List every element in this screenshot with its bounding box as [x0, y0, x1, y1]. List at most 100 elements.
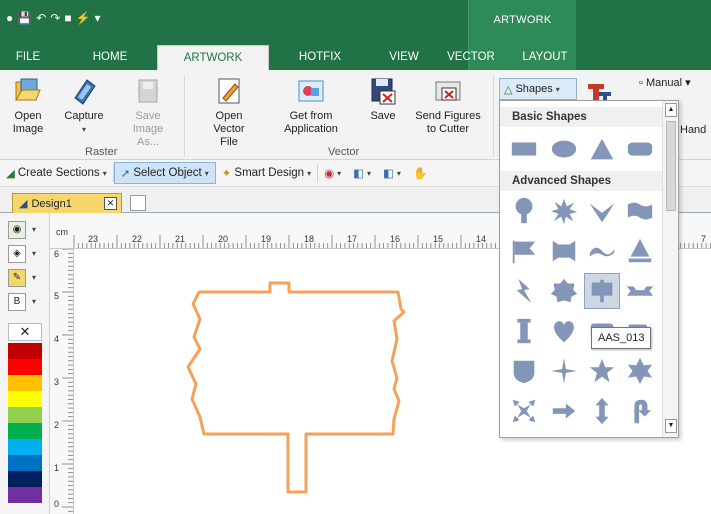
chevron-down-icon[interactable]: ▾	[397, 169, 401, 178]
hand-label[interactable]: Hand	[680, 124, 706, 136]
zoom-page-button[interactable]: ◧ ▾	[347, 162, 377, 184]
color-swatch[interactable]	[8, 375, 42, 391]
frame-shape[interactable]	[546, 233, 582, 269]
chevron-down-icon[interactable]: ▾	[32, 273, 36, 282]
get-from-application-button[interactable]: Get from Application	[270, 76, 352, 136]
chevron-down-icon[interactable]: ▾	[32, 249, 36, 258]
ruler-label: 0	[54, 499, 59, 509]
tab-layout[interactable]: LAYOUT	[514, 45, 576, 70]
border-tool-icon[interactable]: B	[8, 293, 26, 311]
color-swatch[interactable]	[8, 407, 42, 423]
scroll-up-icon[interactable]: ▲	[665, 103, 677, 117]
ruler-label: 7	[701, 234, 706, 244]
color-swatch[interactable]	[8, 423, 42, 439]
ribbon-shape-icon	[626, 286, 654, 296]
tab-artwork[interactable]: ARTWORK	[157, 45, 269, 70]
color-swatch[interactable]	[8, 471, 42, 487]
wave-shape[interactable]	[584, 233, 620, 269]
pan-button[interactable]: ✋	[407, 162, 433, 184]
new-document-icon[interactable]	[130, 195, 146, 211]
chevron-down-icon[interactable]: ▾	[32, 225, 36, 234]
up-down-arrow-shape[interactable]	[584, 393, 620, 429]
rectangle-shape[interactable]	[506, 131, 542, 167]
customize-qat-icon[interactable]: ▾	[95, 11, 101, 25]
tab-vector[interactable]: VECTOR	[442, 45, 500, 70]
ruler-label: 18	[304, 234, 314, 244]
shapes-scrollbar[interactable]: ▲ ▼	[662, 101, 678, 437]
tab-hotfix[interactable]: HOTFIX	[284, 45, 356, 70]
zoom-in-button[interactable]: ◉ ▾	[318, 162, 347, 184]
save-image-as-button[interactable]: Save Image As...	[122, 76, 174, 149]
color-wheel-icon[interactable]: ◉	[8, 221, 26, 239]
seal-shape-icon	[550, 278, 578, 303]
rounded-rectangle-shape[interactable]	[622, 131, 658, 167]
color-swatch[interactable]	[8, 487, 42, 503]
shapes-button-label: Shapes	[515, 83, 553, 95]
four-point-star-shape[interactable]	[546, 353, 582, 389]
chevron-down-icon[interactable]: ▾	[32, 297, 36, 306]
six-point-star-shape[interactable]	[622, 353, 658, 389]
send-figures-to-cutter-button[interactable]: Send Figures to Cutter	[410, 76, 486, 136]
triangle-shape[interactable]	[584, 131, 620, 167]
chevron-down-icon[interactable]: ▾	[307, 169, 311, 178]
tab-view[interactable]: VIEW	[378, 45, 430, 70]
five-point-star-shape[interactable]	[584, 353, 620, 389]
scrollbar-thumb[interactable]	[666, 121, 676, 211]
tree-shape[interactable]	[506, 193, 542, 229]
redo-qat-icon[interactable]: ↷	[50, 11, 60, 25]
create-sections-button[interactable]: ◢ Create Sections ▾	[0, 162, 113, 184]
open-vector-file-button[interactable]: Open Vector File	[200, 76, 258, 149]
pen-tool-icon[interactable]: ✎	[8, 269, 26, 287]
explosion-shape-icon	[550, 198, 578, 225]
chevron-down-icon[interactable]: ▾	[367, 169, 371, 178]
shield-shape[interactable]	[506, 353, 542, 389]
chevron-down-icon[interactable]: ▾	[103, 169, 107, 178]
close-icon[interactable]: ✕	[104, 197, 117, 210]
ruler-label: 3	[54, 377, 59, 387]
lightning-qat-icon[interactable]: ⚡	[76, 11, 91, 25]
pillar-shape[interactable]	[506, 313, 542, 349]
tab-file[interactable]: FILE	[6, 45, 50, 70]
color-swatch[interactable]	[8, 359, 42, 375]
save-button[interactable]: Save	[364, 76, 402, 123]
fill-tool-icon[interactable]: ◈	[8, 245, 26, 263]
right-arrow-shape[interactable]	[546, 393, 582, 429]
explosion-shape[interactable]	[546, 193, 582, 229]
capture-button[interactable]: Capture ▾	[60, 76, 108, 136]
u-turn-arrow-shape[interactable]	[622, 393, 658, 429]
sailboat-shape[interactable]	[622, 233, 658, 269]
zoom-fit-button[interactable]: ◧ ▾	[377, 162, 407, 184]
signpost-shape[interactable]	[584, 273, 620, 309]
basic-shapes-heading: Basic Shapes	[500, 107, 662, 127]
no-color-swatch[interactable]: ✕	[8, 323, 42, 341]
cross-arrows-shape[interactable]	[506, 393, 542, 429]
ellipse-shape[interactable]	[546, 131, 582, 167]
signpost-path[interactable]	[186, 281, 406, 494]
heart-shape[interactable]	[546, 313, 582, 349]
capture-dropdown-icon[interactable]: ▾	[60, 123, 108, 136]
color-swatch[interactable]	[8, 391, 42, 407]
paste-qat-icon[interactable]: ■	[64, 11, 71, 25]
chevron-down-icon[interactable]: ▾	[205, 169, 209, 178]
tab-home[interactable]: HOME	[80, 45, 140, 70]
seal-shape[interactable]	[546, 273, 582, 309]
open-image-button[interactable]: Open Image	[6, 76, 50, 136]
banner-wave-shape[interactable]	[622, 193, 658, 229]
color-swatch[interactable]	[8, 439, 42, 455]
ribbon-shape[interactable]	[622, 273, 658, 309]
color-swatch[interactable]	[8, 455, 42, 471]
undo-qat-icon[interactable]: ↶	[36, 11, 46, 25]
raster-group-label: Raster	[85, 146, 118, 158]
lightning-shape[interactable]	[506, 273, 542, 309]
color-swatch[interactable]	[8, 343, 42, 359]
shapes-dropdown-button[interactable]: △ Shapes ▾	[499, 78, 577, 100]
smart-design-button[interactable]: ✦ Smart Design ▾	[216, 162, 317, 184]
chevron-down-icon[interactable]: ▾	[337, 169, 341, 178]
select-object-button[interactable]: ➚ Select Object ▾	[113, 162, 216, 184]
scroll-down-icon[interactable]: ▼	[665, 419, 677, 433]
save-qat-icon[interactable]: 💾	[17, 11, 32, 25]
document-tab-design1[interactable]: ◢ Design1 ✕	[12, 193, 122, 213]
manual-option[interactable]: ▫ Manual ▾	[639, 76, 691, 89]
chevron-v-shape[interactable]	[584, 193, 620, 229]
flag-shape[interactable]	[506, 233, 542, 269]
